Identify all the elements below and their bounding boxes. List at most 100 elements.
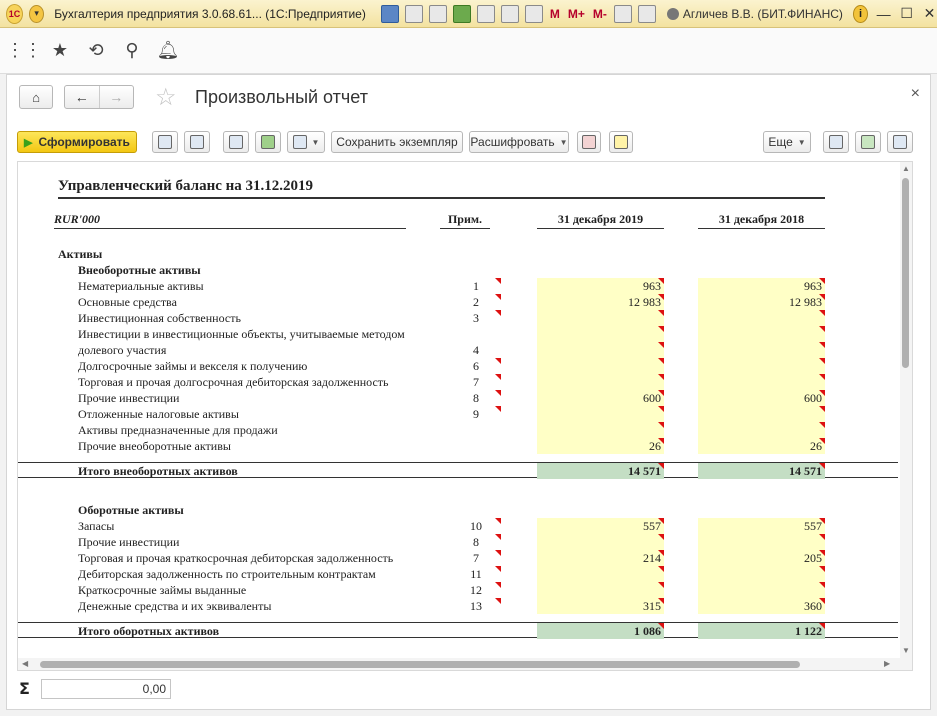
- cell-2019[interactable]: 557: [537, 518, 664, 534]
- cell-2019[interactable]: [537, 310, 664, 326]
- sections-grid-icon[interactable]: ⋮⋮: [6, 39, 42, 63]
- cell-2019[interactable]: [537, 342, 664, 358]
- vertical-scrollbar[interactable]: ▲ ▼: [900, 162, 912, 670]
- cell-2018[interactable]: 12 983: [698, 294, 825, 310]
- cell-2018[interactable]: [698, 342, 825, 358]
- save-copy-button[interactable]: Сохранить экземпляр: [331, 131, 463, 153]
- cell-2019[interactable]: 963: [537, 278, 664, 294]
- cell-2019[interactable]: 315: [537, 598, 664, 614]
- cell-2018[interactable]: [698, 582, 825, 598]
- close-form-icon[interactable]: ×: [911, 85, 920, 103]
- calculator-icon[interactable]: [500, 4, 519, 23]
- add-favorite-star-icon[interactable]: ☆: [155, 83, 177, 112]
- cell-2018[interactable]: 360: [698, 598, 825, 614]
- cell-2019[interactable]: [537, 534, 664, 550]
- cell-2019[interactable]: [537, 406, 664, 422]
- cell-2018[interactable]: [698, 374, 825, 390]
- font-icon: [292, 135, 307, 149]
- back-button[interactable]: ←: [65, 86, 99, 108]
- minimize-icon[interactable]: —: [876, 6, 891, 22]
- print-icon[interactable]: [404, 4, 423, 23]
- cell-2019[interactable]: [537, 582, 664, 598]
- total-noncurrent-2019[interactable]: 14 571: [537, 463, 664, 479]
- close-window-icon[interactable]: ✕: [922, 5, 937, 22]
- cell-2018[interactable]: [698, 310, 825, 326]
- cell-2018[interactable]: 557: [698, 518, 825, 534]
- title-bar: 1С ▾ Бухгалтерия предприятия 3.0.68.61..…: [0, 0, 937, 28]
- cell-2019[interactable]: [537, 566, 664, 582]
- save-file-button[interactable]: [255, 131, 281, 153]
- cell-2019[interactable]: 214: [537, 550, 664, 566]
- grid-view-button[interactable]: [823, 131, 849, 153]
- main-menu-button[interactable]: ▾: [28, 4, 45, 23]
- cell-2019[interactable]: [537, 374, 664, 390]
- current-user[interactable]: Агличев В.В. (БИТ.ФИНАНС): [666, 7, 843, 21]
- cell-2018[interactable]: [698, 566, 825, 582]
- cell-2019[interactable]: [537, 358, 664, 374]
- home-button[interactable]: ⌂: [19, 85, 53, 109]
- horizontal-scroll-thumb[interactable]: [40, 661, 800, 668]
- hint-button[interactable]: [609, 131, 633, 153]
- total-current-2019[interactable]: 1 086: [537, 623, 664, 639]
- cell-2018[interactable]: 600: [698, 390, 825, 406]
- history-icon[interactable]: ⟲: [84, 39, 108, 63]
- comment-flag-icon: [658, 310, 664, 316]
- comment-flag-icon: [658, 534, 664, 540]
- scroll-down-icon[interactable]: ▼: [902, 646, 910, 655]
- settings-button[interactable]: [152, 131, 178, 153]
- report-spreadsheet[interactable]: Управленческий баланс на 31.12.2019 RUR'…: [17, 161, 913, 671]
- generate-button[interactable]: ▶ Сформировать: [17, 131, 137, 153]
- maximize-icon[interactable]: ☐: [899, 5, 914, 22]
- save-icon[interactable]: [380, 4, 399, 23]
- variant-settings-button[interactable]: [184, 131, 210, 153]
- cell-2018[interactable]: [698, 406, 825, 422]
- row-label: Краткосрочные займы выданные: [78, 583, 247, 597]
- row-note: 4: [473, 343, 479, 357]
- cell-2019[interactable]: 600: [537, 390, 664, 406]
- home-icon: ⌂: [32, 89, 40, 105]
- total-current-2018[interactable]: 1 122: [698, 623, 825, 639]
- cell-2018[interactable]: 205: [698, 550, 825, 566]
- panel-settings-button[interactable]: [887, 131, 913, 153]
- comment-flag-icon: [495, 566, 501, 572]
- scroll-left-icon[interactable]: ◀: [22, 659, 28, 668]
- more-dropdown[interactable]: Еще ▼: [763, 131, 811, 153]
- horizontal-scrollbar[interactable]: ◀ ▶: [18, 658, 900, 670]
- cell-2018[interactable]: [698, 534, 825, 550]
- cell-2019[interactable]: [537, 326, 664, 342]
- table-view-button[interactable]: [577, 131, 601, 153]
- cell-2018[interactable]: [698, 326, 825, 342]
- cell-2018[interactable]: 963: [698, 278, 825, 294]
- row-label: Прочие инвестиции: [78, 391, 180, 405]
- scroll-up-icon[interactable]: ▲: [902, 164, 910, 173]
- font-size-dropdown[interactable]: ▼: [287, 131, 325, 153]
- zoom-icon[interactable]: [613, 4, 632, 23]
- cell-2019[interactable]: 26: [537, 438, 664, 454]
- copy-icon[interactable]: [476, 4, 495, 23]
- row-label: Прочие инвестиции: [78, 535, 180, 549]
- panels-icon[interactable]: [637, 4, 656, 23]
- notifications-bell-icon[interactable]: 🔔︎: [156, 39, 180, 63]
- info-icon[interactable]: i: [852, 4, 869, 23]
- cell-2019[interactable]: [537, 422, 664, 438]
- m-minus-button[interactable]: M-: [593, 7, 607, 21]
- preview-icon[interactable]: [428, 4, 447, 23]
- calendar-icon[interactable]: [524, 4, 543, 23]
- vertical-scroll-thumb[interactable]: [902, 178, 909, 368]
- upload-icon[interactable]: [452, 4, 471, 23]
- print-button[interactable]: [223, 131, 249, 153]
- refresh-button[interactable]: [855, 131, 881, 153]
- favorites-star-icon[interactable]: ★: [48, 39, 72, 63]
- cell-2019[interactable]: 12 983: [537, 294, 664, 310]
- m-plus-button[interactable]: M+: [568, 7, 585, 21]
- scroll-right-icon[interactable]: ▶: [884, 659, 890, 668]
- search-icon[interactable]: ⚲: [120, 39, 144, 63]
- total-noncurrent-2018[interactable]: 14 571: [698, 463, 825, 479]
- comment-flag-icon: [658, 406, 664, 412]
- cell-2018[interactable]: 26: [698, 438, 825, 454]
- cell-2018[interactable]: [698, 422, 825, 438]
- m-button[interactable]: M: [550, 7, 560, 21]
- forward-button[interactable]: →: [98, 86, 134, 108]
- cell-2018[interactable]: [698, 358, 825, 374]
- decode-dropdown[interactable]: Расшифровать ▼: [469, 131, 569, 153]
